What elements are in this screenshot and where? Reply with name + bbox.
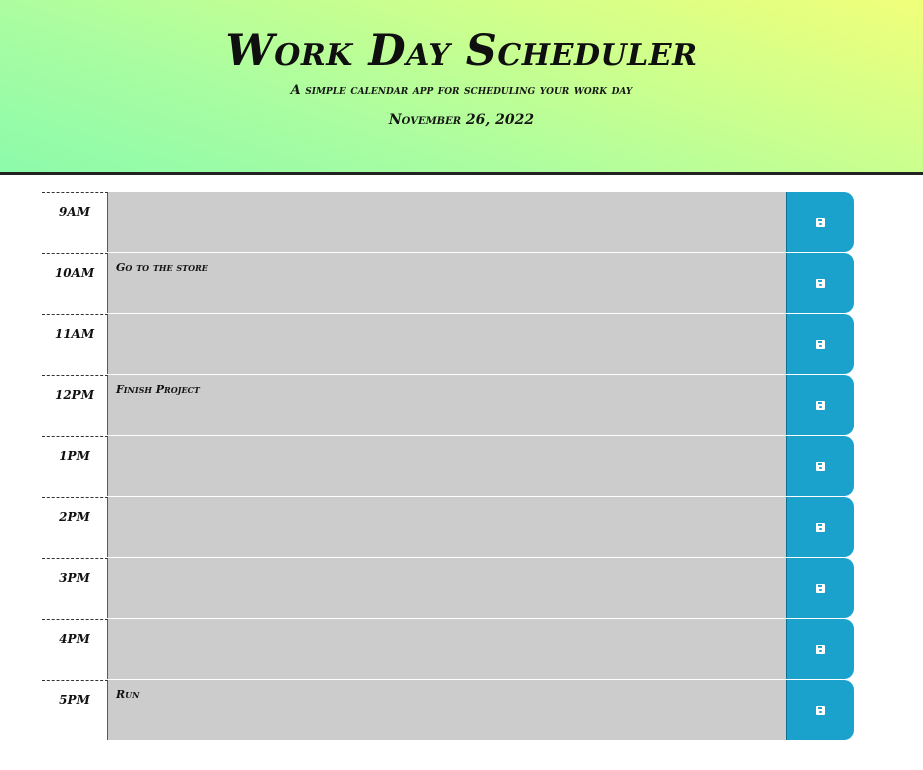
event-textarea[interactable] [108, 436, 787, 496]
save-button[interactable] [787, 314, 854, 374]
hour-label: 10AM [42, 253, 108, 313]
hour-label: 3PM [42, 558, 108, 618]
current-date: November 26, 2022 [388, 112, 535, 128]
floppy-disk-icon [816, 522, 825, 532]
time-block-4pm: 4PM [42, 619, 854, 680]
save-button[interactable] [787, 436, 854, 496]
event-textarea[interactable] [108, 192, 787, 252]
hour-label: 12PM [42, 375, 108, 435]
event-textarea[interactable] [108, 314, 787, 374]
floppy-disk-icon [816, 217, 825, 227]
floppy-disk-icon [816, 400, 825, 410]
save-button[interactable] [787, 253, 854, 313]
time-block-11am: 11AM [42, 314, 854, 375]
save-button[interactable] [787, 558, 854, 618]
hour-label: 2PM [42, 497, 108, 557]
page-title: Work Day Scheduler [225, 26, 698, 76]
floppy-disk-icon [816, 705, 825, 715]
save-button[interactable] [787, 680, 854, 740]
event-textarea[interactable]: Run [108, 680, 787, 740]
time-block-list: 9AM 10AM Go to the store 11AM 12PM Finis… [42, 192, 854, 741]
event-textarea[interactable] [108, 619, 787, 679]
hour-label: 9AM [42, 192, 108, 252]
save-button[interactable] [787, 619, 854, 679]
save-button[interactable] [787, 497, 854, 557]
hour-label: 1PM [42, 436, 108, 496]
time-block-9am: 9AM [42, 192, 854, 253]
hour-label: 11AM [42, 314, 108, 374]
hour-label: 4PM [42, 619, 108, 679]
page-subtitle: A simple calendar app for scheduling you… [290, 83, 633, 98]
floppy-disk-icon [816, 461, 825, 471]
event-textarea[interactable] [108, 558, 787, 618]
save-button[interactable] [787, 375, 854, 435]
event-textarea[interactable]: Go to the store [108, 253, 787, 313]
event-textarea[interactable]: Finish Project [108, 375, 787, 435]
floppy-disk-icon [816, 339, 825, 349]
time-block-1pm: 1PM [42, 436, 854, 497]
time-block-12pm: 12PM Finish Project [42, 375, 854, 436]
time-block-5pm: 5PM Run [42, 680, 854, 741]
header: Work Day Scheduler A simple calendar app… [0, 0, 923, 175]
floppy-disk-icon [816, 583, 825, 593]
time-block-10am: 10AM Go to the store [42, 253, 854, 314]
floppy-disk-icon [816, 644, 825, 654]
hour-label: 5PM [42, 680, 108, 740]
save-button[interactable] [787, 192, 854, 252]
time-block-3pm: 3PM [42, 558, 854, 619]
event-textarea[interactable] [108, 497, 787, 557]
time-block-2pm: 2PM [42, 497, 854, 558]
floppy-disk-icon [816, 278, 825, 288]
